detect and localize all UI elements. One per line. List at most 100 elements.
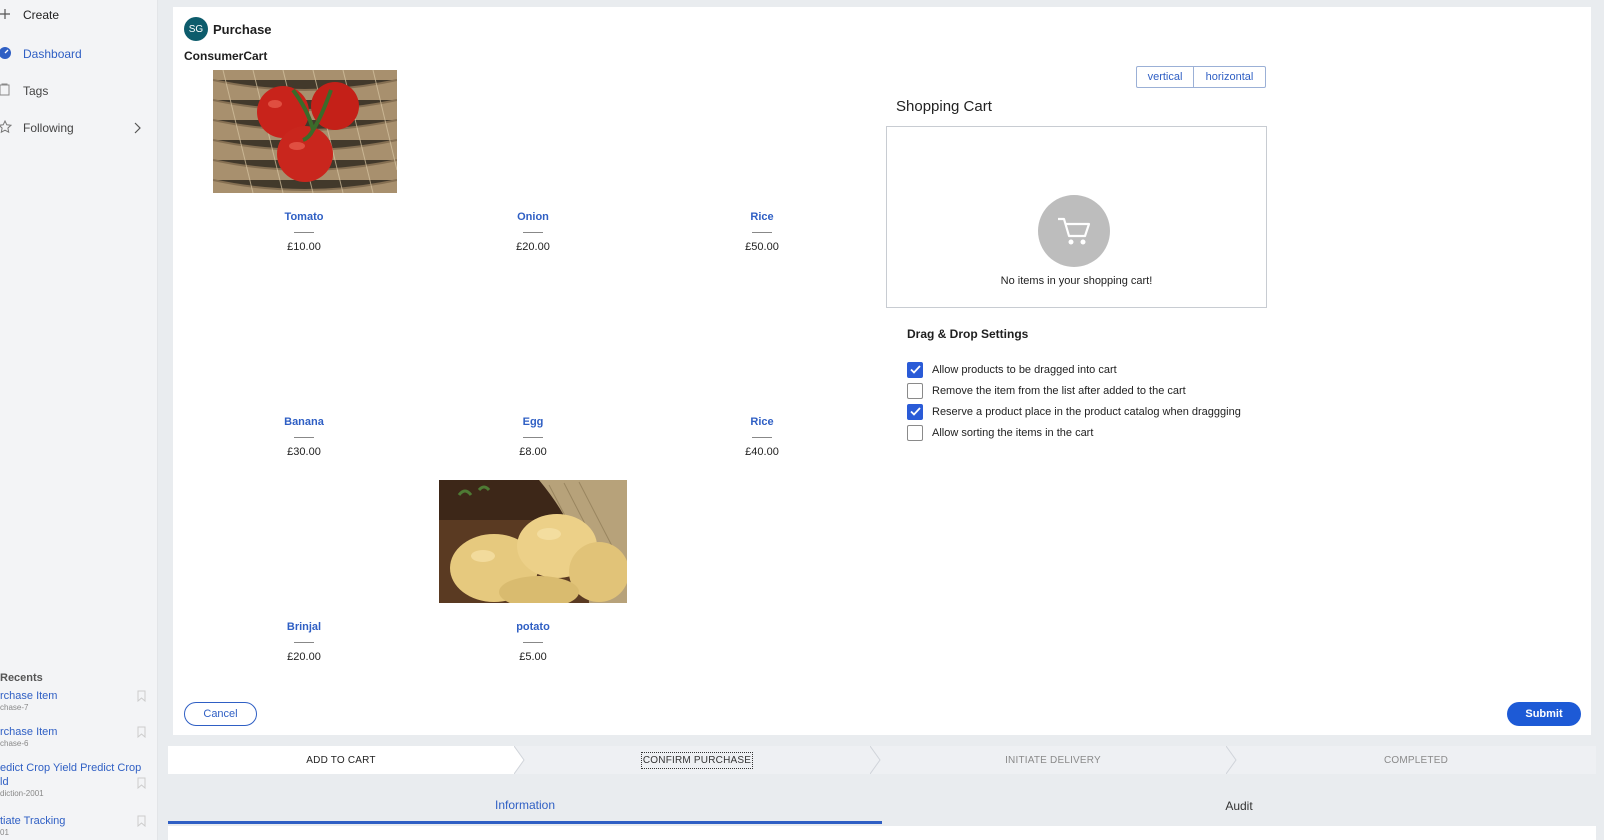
recent-item[interactable]: rchase Item chase-7 [0,689,150,713]
product-card[interactable]: Onion £20.00 [433,70,633,260]
tab-panel [168,826,1596,840]
checkbox-label: Allow sorting the items in the cart [932,426,1094,439]
page-title: Purchase [213,22,272,37]
product-divider [523,232,543,233]
product-divider [752,437,772,438]
stage-bar: ADD TO CART CONFIRM PURCHASE INITIATE DE… [168,746,1596,774]
chevron-right-icon[interactable] [131,122,143,134]
recent-item[interactable]: edict Crop Yield Predict Crop ld diction… [0,761,150,799]
product-price: £50.00 [745,241,779,253]
stage-add-to-cart[interactable]: ADD TO CART [168,746,514,774]
product-name: Rice [750,416,774,428]
stage-completed[interactable]: COMPLETED [1236,746,1596,774]
product-price: £30.00 [287,446,321,458]
recent-item-sub: chase-7 [0,703,29,712]
bookmark-icon[interactable] [137,690,146,702]
recent-item-sub: diction-2001 [0,789,44,798]
bookmark-icon[interactable] [137,777,146,789]
checkbox[interactable] [907,424,923,441]
stage-label: INITIATE DELIVERY [1005,754,1101,766]
vertical-layout-button[interactable]: vertical [1137,67,1194,87]
sidebar: Create Dashboard Tags Following Recents … [0,0,158,840]
cart-drop-zone[interactable]: No items in your shopping cart! [886,126,1267,308]
purchase-form: SG Purchase ConsumerCart Tomato £10.00 O… [173,7,1591,735]
sidebar-item-label: Create [23,8,60,22]
star-icon [0,120,12,134]
checkbox-label: Allow products to be dragged into cart [932,363,1117,376]
horizontal-layout-button[interactable]: horizontal [1194,67,1265,87]
product-price: £8.00 [519,446,547,458]
product-divider [523,642,543,643]
product-divider [294,437,314,438]
setting-reserve-place[interactable]: Reserve a product place in the product c… [907,403,1241,420]
avatar: SG [184,17,208,41]
tab-audit[interactable]: Audit [882,788,1596,824]
recent-item-title: edict Crop Yield Predict Crop [0,762,142,774]
cart-placeholder [1038,195,1110,267]
bookmark-icon[interactable] [137,726,146,738]
setting-remove-after-add[interactable]: Remove the item from the list after adde… [907,382,1186,399]
product-name: Onion [517,211,549,223]
potato-image [439,480,627,603]
checkbox-label: Remove the item from the list after adde… [932,384,1186,397]
check-icon [909,365,921,374]
sidebar-item-tags[interactable]: Tags [0,80,158,102]
product-card[interactable]: Brinjal £20.00 [204,480,404,670]
recent-item-title-cont: ld [0,776,9,788]
tag-icon [0,83,10,96]
product-card[interactable]: Rice £50.00 [662,70,862,260]
checkbox[interactable] [907,382,923,399]
product-name: potato [516,621,550,633]
bookmark-icon[interactable] [137,815,146,827]
stage-label: COMPLETED [1383,754,1449,766]
product-card[interactable]: Banana £30.00 [204,275,404,465]
cart-empty-message: No items in your shopping cart! [1000,275,1153,287]
setting-allow-sorting[interactable]: Allow sorting the items in the cart [907,424,1093,441]
check-icon [909,407,921,416]
stage-confirm-purchase[interactable]: CONFIRM PURCHASE [524,746,870,774]
setting-allow-drag[interactable]: Allow products to be dragged into cart [907,361,1117,378]
recent-item-title: tiate Tracking [0,815,66,827]
tab-information[interactable]: Information [168,788,882,824]
checkbox-label: Reserve a product place in the product c… [932,405,1241,418]
product-card[interactable]: Tomato £10.00 [204,70,404,260]
detail-tabs: Information Audit [168,788,1596,824]
submit-button[interactable]: Submit [1507,702,1581,726]
checkbox[interactable] [907,361,923,378]
cancel-button[interactable]: Cancel [184,702,257,726]
product-price: £20.00 [516,241,550,253]
recent-item[interactable]: tiate Tracking 01 [0,814,150,838]
checkbox[interactable] [907,403,923,420]
recent-item-sub: chase-6 [0,739,29,748]
shopping-cart-icon [1058,217,1091,245]
product-price: £20.00 [287,651,321,663]
product-name: Egg [522,416,544,428]
recents-title: Recents [0,672,43,684]
product-name: Tomato [284,211,324,223]
product-price: £40.00 [745,446,779,458]
product-name: Rice [750,211,774,223]
recent-item-title: rchase Item [0,690,58,702]
plus-icon [0,9,10,19]
sidebar-item-label: Following [23,121,74,135]
stage-label: ADD TO CART [306,754,376,766]
product-price: £10.00 [287,241,321,253]
cart-title: Shopping Cart [896,98,992,115]
sidebar-item-following[interactable]: Following [0,117,158,139]
dashboard-icon [0,47,11,59]
product-price: £5.00 [519,651,547,663]
stage-label: CONFIRM PURCHASE [640,751,754,769]
sidebar-item-create[interactable]: Create [0,4,158,26]
product-divider [294,642,314,643]
product-name: Banana [284,416,324,428]
recent-item-sub: 01 [0,828,9,837]
product-card[interactable]: potato £5.00 [433,480,633,670]
recent-item[interactable]: rchase Item chase-6 [0,725,150,749]
dd-settings-title: Drag & Drop Settings [907,327,1029,341]
product-divider [752,232,772,233]
recent-item-title: rchase Item [0,726,58,738]
product-card[interactable]: Rice £40.00 [662,275,862,465]
stage-initiate-delivery[interactable]: INITIATE DELIVERY [880,746,1226,774]
product-card[interactable]: Egg £8.00 [433,275,633,465]
sidebar-item-dashboard[interactable]: Dashboard [0,43,158,65]
